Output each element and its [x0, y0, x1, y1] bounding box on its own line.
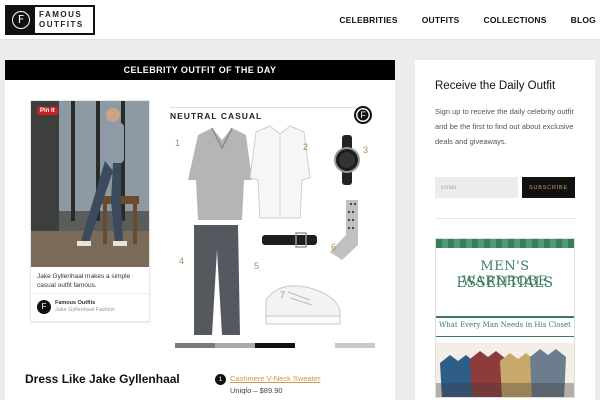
item-number-5: 5 [254, 261, 260, 271]
swatch-5 [335, 343, 375, 348]
celebrity-photo-illustration [31, 101, 149, 267]
belt-item [262, 232, 317, 248]
ad-clothing-illustration [436, 343, 574, 397]
nav-celebrities[interactable]: CELEBRITIES [339, 15, 397, 25]
main-nav: CELEBRITIES OUTFITS COLLECTIONS BLOG [315, 0, 596, 40]
pin-footer[interactable]: F Famous Outfits Jake Gyllenhaal Fashion [37, 300, 115, 314]
swatch-4 [295, 343, 335, 348]
pin-author: Famous Outfits Jake Gyllenhaal Fashion [55, 300, 115, 314]
email-field[interactable] [435, 177, 518, 198]
pinterest-card[interactable]: Pin it Jake Gyllenhaal makes a simple ca… [30, 100, 150, 322]
wardrobe-essentials-ad[interactable]: MEN'S WARDROBE ESSENTIALS What Every Man… [435, 238, 575, 398]
nav-blog[interactable]: BLOG [571, 15, 596, 25]
top-header: F FAMOUS OUTFITS CELEBRITIES OUTFITS COL… [0, 0, 600, 40]
ad-title-line-2: ESSENTIALS [456, 275, 554, 291]
item-number-7: 7 [280, 290, 286, 300]
celebrity-photo[interactable] [31, 101, 149, 267]
sidebar-divider [435, 218, 575, 219]
logo-f-icon: F [12, 11, 30, 29]
swatch-1 [175, 343, 215, 348]
item-number-4: 4 [179, 256, 185, 266]
newsletter-title: Receive the Daily Outfit [435, 80, 556, 92]
shirt-item [249, 125, 311, 219]
newsletter-sidebar: Receive the Daily Outfit Sign up to rece… [415, 60, 595, 400]
logo-mark: F [7, 7, 35, 33]
item-number-1: 1 [175, 138, 181, 148]
nav-outfits[interactable]: OUTFITS [422, 15, 460, 25]
outfit-of-the-day-card: CELEBRITY OUTFIT OF THE DAY Pin it Jake … [5, 60, 395, 400]
swatch-3 [255, 343, 295, 348]
color-swatches [175, 343, 375, 348]
item-1-price: Uniqlo – $89.90 [230, 386, 283, 395]
item-1-number: 1 [215, 374, 226, 385]
ad-rule [436, 316, 574, 318]
subscribe-button[interactable]: SUBSCRIBE [522, 177, 575, 198]
pants-item [194, 225, 240, 335]
item-1-link[interactable]: Cashmere V-Neck Sweater [230, 374, 320, 383]
pin-caption: Jake Gyllenhaal makes a simple casual ou… [37, 273, 131, 289]
item-number-2: 2 [303, 142, 309, 152]
famous-outfits-logo[interactable]: F FAMOUS OUTFITS [5, 5, 95, 35]
logo-line-2: OUTFITS [39, 20, 84, 29]
outfit-heading: Dress Like Jake Gyllenhaal [25, 372, 180, 386]
outfit-collage[interactable]: NEUTRAL CASUAL F 1 2 3 4 5 6 7 [170, 100, 375, 350]
watch-item [334, 135, 360, 185]
author-avatar: F [37, 300, 51, 314]
pin-board-name: Jake Gyllenhaal Fashion [55, 307, 116, 313]
pin-author-name: Famous Outfits [55, 300, 96, 306]
ad-rule-2 [436, 336, 574, 337]
collage-items-illustration [188, 125, 360, 335]
section-banner: CELEBRITY OUTFIT OF THE DAY [5, 60, 395, 80]
pin-it-button[interactable]: Pin it [37, 107, 58, 115]
item-number-6: 6 [331, 242, 337, 252]
sweater-item [188, 127, 252, 220]
logo-text: FAMOUS OUTFITS [35, 7, 93, 33]
pin-divider [31, 293, 149, 294]
ad-subtitle: What Every Man Needs in His Closet [439, 321, 571, 329]
ad-top-stripe [436, 239, 574, 248]
nav-collections[interactable]: COLLECTIONS [484, 15, 547, 25]
logo-line-1: FAMOUS [39, 10, 83, 19]
sneakers-item [265, 285, 341, 325]
item-number-3: 3 [363, 145, 369, 155]
swatch-2 [215, 343, 255, 348]
newsletter-text: Sign up to receive the daily celebrity o… [435, 107, 574, 146]
